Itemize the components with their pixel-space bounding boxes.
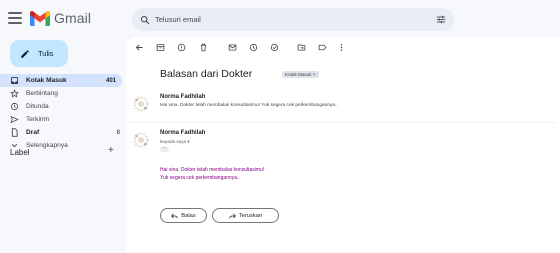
draft-count: 8 [116,129,120,136]
star-icon [10,89,19,98]
folder-chip[interactable]: Kotak Masuk × [282,71,319,78]
app-name: Gmail [54,10,92,26]
message-snippet: Hai vina. Dokter telah membalas konsulta… [160,103,338,108]
reply-icon [171,213,178,218]
report-spam-icon[interactable] [176,42,186,52]
add-to-tasks-icon[interactable] [269,42,279,52]
expanded-message: Norma Fadhilah kepada saya ▾ ··· Hai vin… [132,129,552,199]
email-toolbar [126,37,546,57]
forward-button[interactable]: Teruskan [212,208,279,223]
label-icon[interactable] [317,42,327,52]
search-bar[interactable]: Telusuri email [132,8,454,31]
mark-unread-icon[interactable] [227,42,237,52]
search-options-icon[interactable] [436,15,446,24]
main-menu-icon[interactable] [8,12,22,24]
email-view: Balasan dari Dokter Kotak Masuk × Norma … [126,37,560,253]
gmail-logo[interactable]: Gmail [30,10,91,26]
unread-count: 401 [105,77,116,84]
sidebar-item-starred[interactable]: Berbintang [0,87,126,100]
reply-label: Balas [181,212,196,219]
avatar[interactable] [132,131,150,149]
forward-label: Teruskan [238,212,263,219]
move-to-icon[interactable] [296,42,306,52]
pencil-icon [21,49,29,58]
sidebar-item-inbox[interactable]: Kotak Masuk 401 [0,74,122,87]
body-line: Yuk segera cek perkembangannya.. [160,175,240,181]
search-icon[interactable] [140,15,150,25]
sidebar-nav: Kotak Masuk 401 Berbintang Ditunda Terki… [0,74,126,152]
sidebar-item-label: Terkirim [26,116,50,123]
compose-label: Tulis [38,49,54,58]
collapsed-message[interactable]: Norma Fadhilah Hai vina. Dokter telah me… [132,93,552,117]
gmail-app: Gmail Telusuri email Tulis Kotak Masuk 4… [0,0,560,253]
reply-button[interactable]: Balas [160,208,207,223]
compose-button[interactable]: Tulis [10,40,68,67]
more-options-icon[interactable] [336,42,346,52]
sender-name: Norma Fadhilah [160,130,206,136]
sidebar-item-sent[interactable]: Terkirim [0,113,126,126]
sidebar-item-label: Draf [26,129,40,136]
top-bar: Gmail Telusuri email [0,0,560,40]
sidebar-item-drafts[interactable]: Draf 8 [0,126,126,139]
sidebar-item-label: Kotak Masuk [26,77,67,84]
search-input[interactable]: Telusuri email [155,15,436,24]
forward-icon [228,213,236,218]
draft-icon [10,128,19,137]
email-subject: Balasan dari Dokter [160,68,253,80]
archive-icon[interactable] [155,42,165,52]
message-divider [126,122,556,123]
add-label-button[interactable]: + [108,145,114,156]
gmail-m-icon [30,10,50,26]
sidebar-item-snoozed[interactable]: Ditunda [0,100,126,113]
body-line: Hai vina. Dokter telah membalas konsulta… [160,167,265,173]
show-trimmed-icon[interactable]: ··· [160,146,169,152]
back-arrow-icon[interactable] [134,42,144,52]
send-icon [10,115,19,124]
avatar[interactable] [132,95,150,113]
sender-name: Norma Fadhilah [160,94,206,100]
sidebar-item-label: Ditunda [26,103,49,110]
sidebar-item-label: Selengkapnya [26,142,68,149]
inbox-icon [10,76,19,85]
sidebar-item-label: Berbintang [26,90,58,97]
snooze-icon[interactable] [248,42,258,52]
labels-heading: Label [10,148,30,157]
delete-icon[interactable] [198,42,208,52]
clock-icon [10,102,19,111]
